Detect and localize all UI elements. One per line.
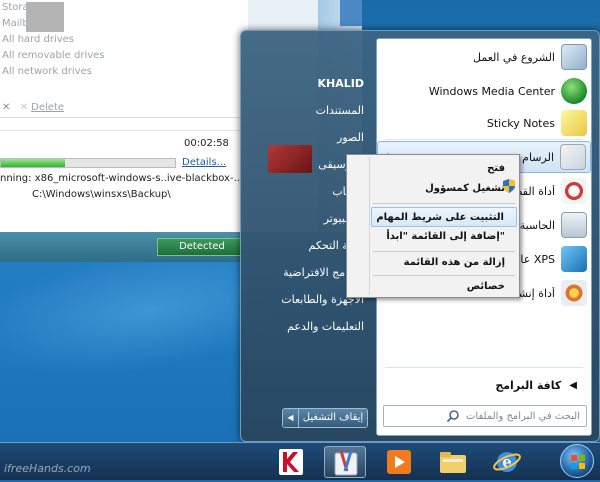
snipping-tool-icon (561, 178, 587, 204)
elapsed-time: 00:02:58 (184, 138, 229, 149)
program-label: Sticky Notes (486, 116, 555, 130)
sticky-notes-icon (561, 110, 587, 136)
taskbar-ie[interactable]: e (486, 446, 528, 478)
shutdown-group: ◀ إيقاف التشغيل (282, 408, 368, 428)
program-label: الشروع في العمل (473, 50, 555, 64)
menu-item-properties[interactable]: خصائص (371, 277, 517, 297)
delete-link[interactable]: Delete (31, 102, 64, 113)
start-button[interactable] (560, 444, 594, 478)
context-menu: فتح تشغيل كمسؤول التثبيت على شريط المهام… (346, 154, 520, 298)
place-help-support[interactable]: التعليمات والدعم (256, 313, 368, 340)
shutdown-options-arrow[interactable]: ◀ (283, 409, 299, 427)
divider (385, 139, 583, 140)
scanning-line: nning: x86_microsoft-windows-s..ive-blac… (0, 173, 244, 184)
paint-icon (334, 450, 358, 476)
menu-item-open[interactable]: فتح (371, 159, 517, 179)
shutdown-button[interactable]: إيقاف التشغيل (299, 409, 367, 427)
chevron-left-icon: ◀ (569, 379, 577, 391)
windows-logo-icon (571, 455, 585, 469)
search-input[interactable]: البحث في البرامج والملفات (383, 405, 587, 427)
xps-viewer-icon (561, 246, 587, 272)
drive-item[interactable]: All network drives (0, 64, 200, 80)
taskbar-kaspersky[interactable] (270, 446, 312, 478)
watermark: ifreeHands.com (4, 462, 91, 475)
all-programs-button[interactable]: ◀ كافة البرامج (377, 373, 591, 397)
search-icon (446, 410, 459, 423)
menu-separator (373, 275, 515, 276)
taskbar-explorer[interactable] (432, 446, 474, 478)
menu-separator (373, 251, 515, 252)
drive-item[interactable]: All hard drives (0, 32, 200, 48)
search-placeholder: البحث في البرامج والملفات (466, 410, 580, 422)
all-programs-label: كافة البرامج (495, 378, 562, 392)
media-player-icon (387, 450, 411, 474)
burn-tool-icon (561, 280, 587, 306)
calculator-icon (561, 212, 587, 238)
folder-icon (440, 452, 466, 473)
scanning-path: C:\Windows\winsxs\Backup\ (32, 189, 171, 200)
scan-progress-bar (0, 158, 176, 168)
app-logo (26, 2, 64, 32)
menu-item-pin-taskbar[interactable]: التثبيت على شريط المهام (371, 207, 517, 227)
user-name[interactable]: KHALID (256, 70, 368, 97)
divider (385, 367, 583, 368)
program-item-getting-started[interactable]: الشروع في العمل (377, 41, 591, 73)
detected-button[interactable]: Detected (157, 238, 247, 256)
ie-icon: e (493, 452, 521, 472)
getting-started-icon (561, 44, 587, 70)
close-icon[interactable]: ✕ (2, 102, 10, 113)
media-center-icon (561, 78, 587, 104)
menu-gutter (369, 157, 370, 295)
paint-icon (560, 144, 586, 170)
program-label: Windows Media Center (428, 84, 555, 98)
menu-item-pin-start[interactable]: إضافة إلى القائمة "ابدأ" (371, 227, 517, 247)
program-item-sticky-notes[interactable]: Sticky Notes (377, 107, 591, 139)
kaspersky-icon (279, 449, 303, 475)
menu-item-run-as-admin[interactable]: تشغيل كمسؤول (371, 179, 517, 199)
drive-item[interactable]: All removable drives (0, 48, 200, 64)
menu-separator (373, 203, 515, 204)
details-link[interactable]: Details... (182, 157, 226, 168)
taskbar-media-player[interactable] (378, 446, 420, 478)
progress-fill (1, 159, 66, 167)
place-pictures[interactable]: الصور (256, 124, 368, 151)
delete-row: ✕ ✕ Delete (0, 98, 248, 118)
taskbar-paint[interactable] (324, 446, 366, 478)
delete-x-icon: ✕ (19, 102, 28, 113)
window-corner (340, 0, 362, 26)
place-documents[interactable]: المستندات (256, 97, 368, 124)
uac-shield-icon (503, 179, 515, 193)
program-item-media-center[interactable]: Windows Media Center (377, 75, 591, 107)
menu-item-remove[interactable]: إزالة من هذه القائمة (371, 253, 517, 273)
